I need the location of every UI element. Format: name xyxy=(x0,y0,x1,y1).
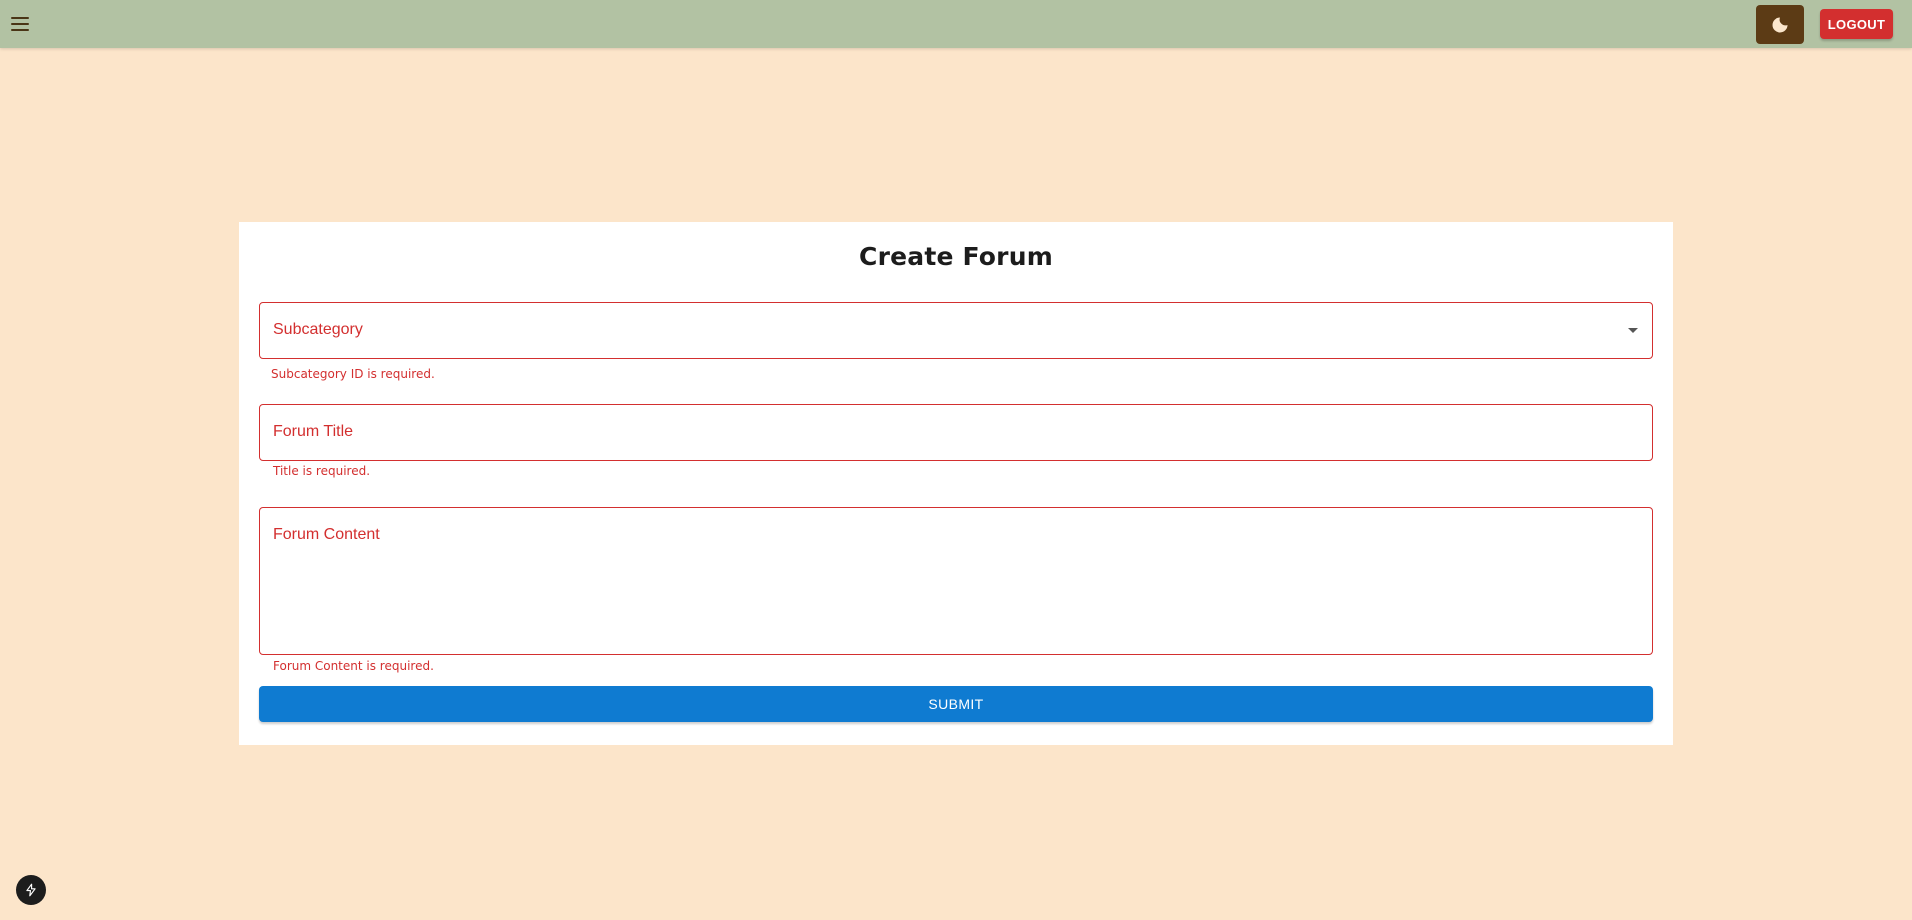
page-title: Create Forum xyxy=(859,242,1053,271)
moon-icon xyxy=(1772,17,1788,32)
lightning-bolt-icon xyxy=(26,883,36,897)
forum-content-label: Forum Content xyxy=(273,526,380,543)
subcategory-label: Subcategory xyxy=(273,321,363,338)
submit-button[interactable]: SUBMIT xyxy=(259,686,1653,722)
top-app-bar: LOGOUT xyxy=(0,0,1912,48)
theme-toggle-button[interactable] xyxy=(1756,5,1804,44)
chevron-down-icon xyxy=(1628,328,1638,333)
subcategory-error: Subcategory ID is required. xyxy=(271,367,435,381)
forum-title-field[interactable]: Forum Title xyxy=(259,404,1653,461)
create-forum-card: Create Forum Subcategory Subcategory ID … xyxy=(239,222,1673,745)
hamburger-menu-icon xyxy=(11,17,29,19)
menu-button[interactable] xyxy=(8,12,32,36)
forum-title-error: Title is required. xyxy=(273,464,371,478)
subcategory-select[interactable]: Subcategory xyxy=(259,302,1653,359)
forum-content-field[interactable]: Forum Content xyxy=(259,507,1653,655)
floating-action-button[interactable] xyxy=(16,875,46,905)
forum-title-label: Forum Title xyxy=(273,423,354,440)
forum-content-error: Forum Content is required. xyxy=(273,659,434,673)
logout-button[interactable]: LOGOUT xyxy=(1820,9,1893,39)
